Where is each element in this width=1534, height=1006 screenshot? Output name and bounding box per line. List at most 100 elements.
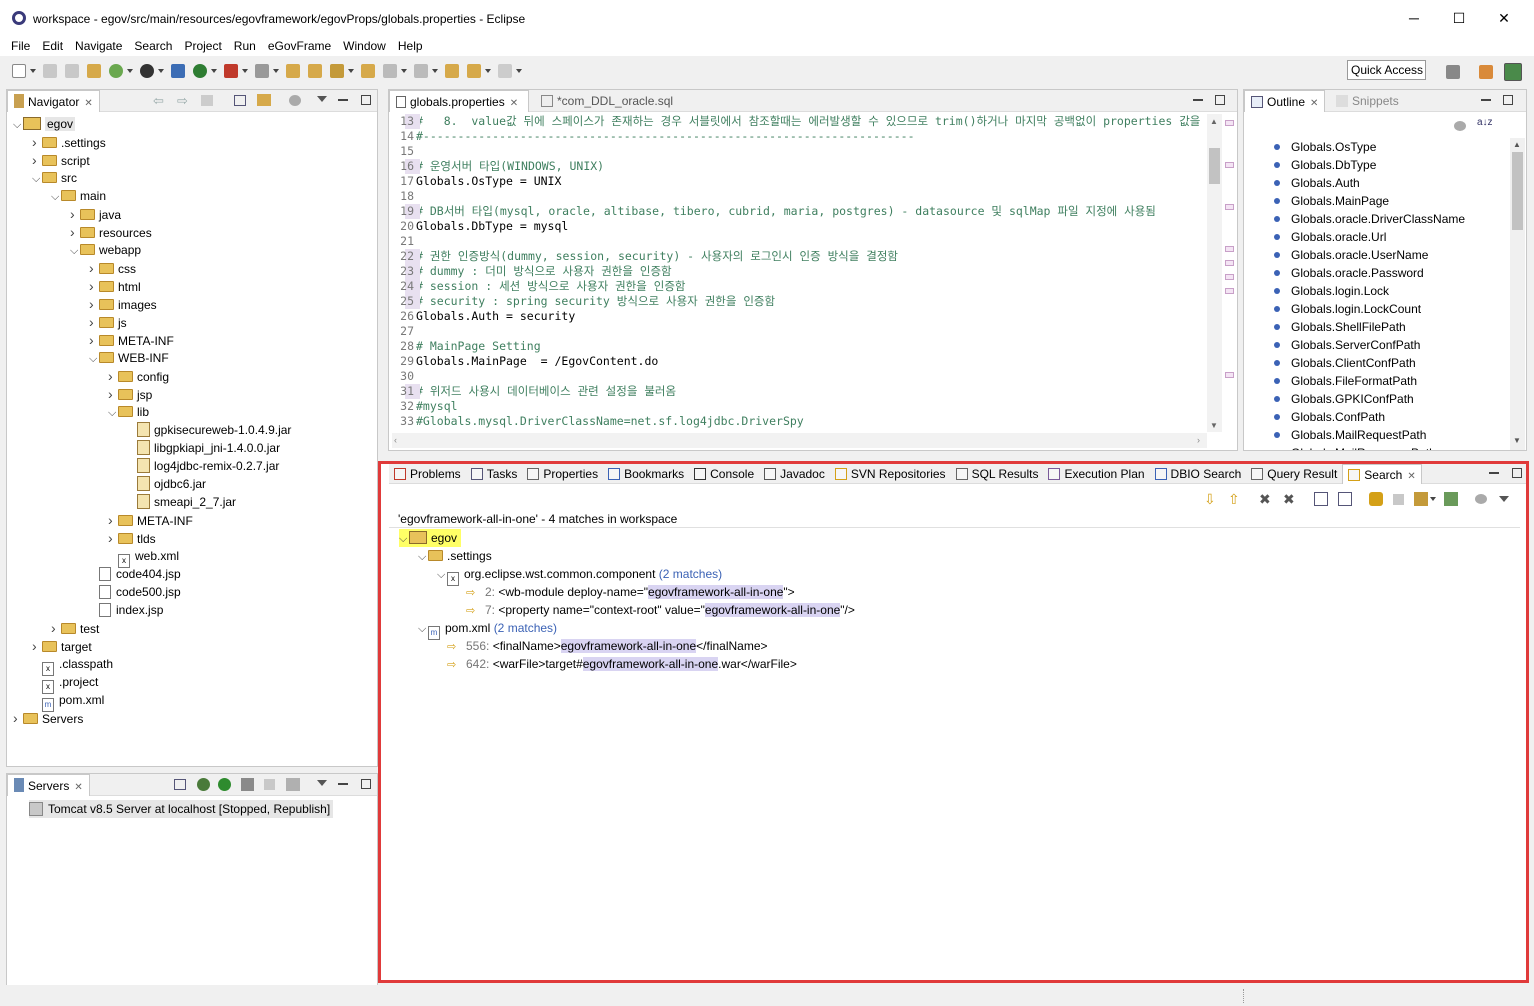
search-result-item[interactable]: ⇨ 642: <warFile>target#egovframework-all-… — [437, 655, 797, 673]
collapse-arrow-icon[interactable]: › — [89, 331, 99, 349]
menu-help[interactable]: Help — [398, 37, 423, 55]
outline-maximize-icon[interactable] — [1503, 95, 1513, 105]
menu-file[interactable]: File — [11, 37, 30, 55]
outline-item[interactable]: Globals.MainPage — [1274, 192, 1389, 210]
expand-arrow-icon[interactable]: ⌵ — [51, 188, 61, 206]
stop-server-icon[interactable] — [264, 779, 275, 790]
collapse-all-icon[interactable] — [234, 95, 246, 106]
navigator-item[interactable]: › html — [89, 277, 141, 295]
search-result-item[interactable]: ⌵ egov — [399, 529, 462, 547]
servers-maximize-icon[interactable] — [361, 779, 371, 789]
collapse-arrow-icon[interactable]: › — [89, 277, 99, 295]
link-editor-icon[interactable] — [257, 94, 271, 106]
build-icon[interactable] — [87, 64, 101, 78]
close-icon[interactable]: ✕ — [74, 782, 82, 793]
navigator-item[interactable]: › Servers — [13, 709, 83, 727]
editor-maximize-icon[interactable] — [1215, 95, 1225, 105]
collapse-all-results-icon[interactable] — [1338, 492, 1352, 506]
outline-filter-icon[interactable] — [1454, 121, 1466, 131]
expand-arrow-icon[interactable]: ⌵ — [418, 620, 428, 638]
outline-item[interactable]: Globals.ShellFilePath — [1274, 318, 1406, 336]
user-dropdown-icon[interactable] — [158, 69, 164, 73]
filter-icon[interactable] — [289, 95, 301, 106]
outline-item[interactable]: Globals.OsType — [1274, 138, 1376, 156]
collapse-arrow-icon[interactable]: › — [89, 313, 99, 331]
debug-server-icon[interactable] — [197, 778, 210, 791]
outline-item[interactable]: Globals.GPKIConfPath — [1274, 390, 1414, 408]
search-view-menu-icon[interactable] — [1499, 496, 1509, 502]
collapse-arrow-icon[interactable]: › — [108, 511, 118, 529]
stop-icon[interactable] — [224, 64, 238, 78]
navigator-item[interactable]: x .project — [32, 673, 98, 694]
expand-all-icon[interactable] — [1314, 492, 1328, 506]
expand-arrow-icon[interactable]: ⌵ — [13, 116, 23, 134]
sort-icon[interactable]: a↓z — [1477, 117, 1493, 128]
editor-minimize-icon[interactable] — [1193, 99, 1203, 101]
navigator-item[interactable]: › resources — [70, 223, 152, 241]
outline-item[interactable]: Globals.MailResponsePath — [1274, 444, 1436, 450]
back-dropdown-icon[interactable] — [485, 69, 491, 73]
tab-problems[interactable]: Problems — [389, 464, 466, 484]
new-icon[interactable] — [12, 64, 26, 78]
maximize-button[interactable]: ☐ — [1443, 6, 1475, 30]
tab-outline[interactable]: Outline ✕ — [1244, 90, 1326, 112]
remove-all-icon[interactable]: ✖ — [1283, 492, 1297, 506]
scroll-right-icon[interactable]: › — [1197, 435, 1200, 445]
search-filter-icon[interactable] — [1475, 494, 1487, 504]
quick-access-input[interactable]: Quick Access — [1347, 60, 1426, 80]
task-icon[interactable] — [361, 64, 375, 78]
search-result-item[interactable]: ⌵ m pom.xml (2 matches) — [418, 619, 557, 640]
open-type-icon[interactable] — [286, 64, 300, 78]
start-server-icon[interactable] — [218, 778, 231, 791]
collapse-servers-icon[interactable] — [174, 779, 186, 790]
tab-sql-results[interactable]: SQL Results — [951, 464, 1044, 484]
connect-icon[interactable] — [255, 64, 269, 78]
ruler-mark[interactable] — [1225, 372, 1234, 378]
outline-item[interactable]: Globals.DbType — [1274, 156, 1376, 174]
navigator-item[interactable]: code500.jsp — [89, 583, 181, 601]
outline-item[interactable]: Globals.ServerConfPath — [1274, 336, 1420, 354]
tab-globals-properties[interactable]: globals.properties ✕ — [389, 90, 529, 112]
ruler-mark[interactable] — [1225, 260, 1234, 266]
outline-item[interactable]: Globals.ConfPath — [1274, 408, 1385, 426]
navigator-item[interactable]: ojdbc6.jar — [127, 475, 206, 493]
back-nav-icon[interactable]: ⇦ — [153, 93, 164, 109]
forward-nav-icon[interactable]: ⇨ — [177, 93, 188, 109]
search-history-icon[interactable] — [1414, 492, 1428, 506]
maximize-view-icon[interactable] — [361, 95, 371, 105]
monitor-icon[interactable] — [171, 64, 185, 78]
egov-perspective-icon[interactable] — [1504, 63, 1522, 81]
pin-search-icon[interactable] — [1444, 492, 1458, 506]
navigator-item[interactable]: ⌵ webapp — [70, 241, 141, 259]
debug-dropdown-icon[interactable] — [211, 69, 217, 73]
navigator-item[interactable]: › js — [89, 313, 127, 331]
navigator-item[interactable]: index.jsp — [89, 601, 163, 619]
menu-run[interactable]: Run — [234, 37, 256, 55]
navigator-item[interactable]: › test — [51, 619, 99, 637]
outline-scroll-up-icon[interactable]: ▲ — [1513, 140, 1521, 149]
navigator-item[interactable]: ⌵ lib — [108, 403, 149, 421]
tab-properties[interactable]: Properties — [522, 464, 603, 484]
cancel-search-icon[interactable] — [1393, 493, 1404, 505]
expand-arrow-icon[interactable]: ⌵ — [437, 566, 447, 584]
outline-scroll-down-icon[interactable]: ▼ — [1513, 436, 1521, 445]
prev-match-icon[interactable]: ⇧ — [1228, 492, 1242, 506]
navigator-item[interactable]: › java — [70, 205, 121, 223]
expand-arrow-icon[interactable]: ⌵ — [418, 548, 428, 566]
navigator-item[interactable]: › META-INF — [108, 511, 193, 529]
tab-tasks[interactable]: Tasks — [466, 464, 523, 484]
menu-project[interactable]: Project — [184, 37, 221, 55]
editor-vscrollbar[interactable]: ▲ ▼ — [1207, 114, 1222, 432]
outline-item[interactable]: Globals.oracle.Url — [1274, 228, 1386, 246]
outline-item[interactable]: Globals.MailRequestPath — [1274, 426, 1426, 444]
menu-navigate[interactable]: Navigate — [75, 37, 122, 55]
navigator-item[interactable]: › jsp — [108, 385, 152, 403]
ruler-mark[interactable] — [1225, 274, 1234, 280]
collapse-arrow-icon[interactable]: › — [51, 619, 61, 637]
navigator-item[interactable]: ⌵ src — [32, 169, 77, 187]
servers-minimize-icon[interactable] — [338, 783, 348, 785]
collapse-arrow-icon[interactable]: › — [70, 205, 80, 223]
collapse-arrow-icon[interactable]: › — [32, 133, 42, 151]
outline-item[interactable]: Globals.ClientConfPath — [1274, 354, 1416, 372]
remove-match-icon[interactable]: ✖ — [1259, 492, 1273, 506]
